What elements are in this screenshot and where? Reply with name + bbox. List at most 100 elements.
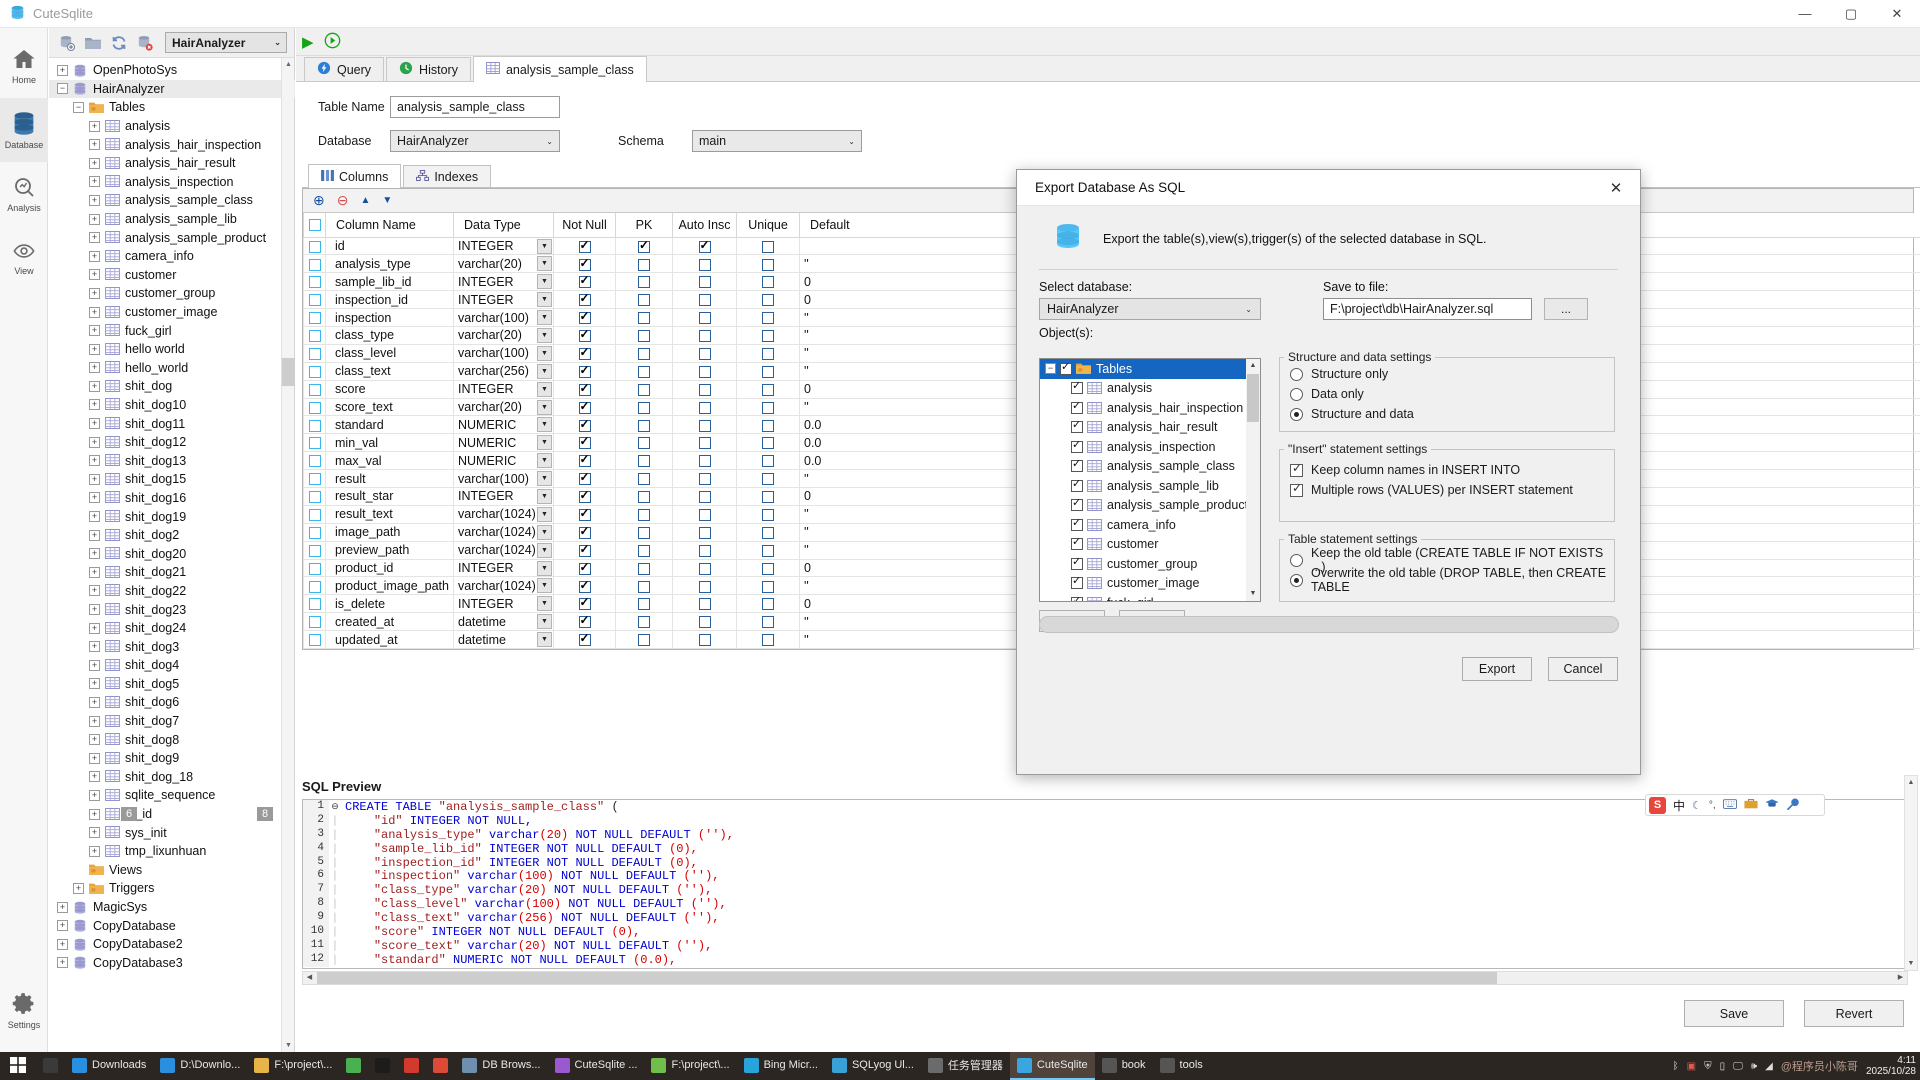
object-checkbox[interactable] [1071, 496, 1083, 512]
not-null-checkbox[interactable] [578, 399, 591, 414]
unique-checkbox[interactable] [762, 634, 774, 647]
tree-node-rs-id[interactable]: + rs_id 6 8 [49, 805, 295, 824]
object-node-analysis-sample-product[interactable]: analysis_sample_product [1040, 496, 1260, 516]
expand-icon[interactable]: + [89, 622, 100, 634]
ime-lang-label[interactable]: 中 [1673, 797, 1685, 814]
auto-insc-checkbox[interactable] [698, 365, 711, 378]
auto-insc-checkbox[interactable] [698, 544, 711, 557]
delete-database-icon[interactable] [135, 33, 155, 53]
objects-scrollbar[interactable]: ▲ ▼ [1246, 359, 1260, 601]
cell-column-name[interactable]: is_delete [325, 594, 454, 614]
cell-data-type[interactable]: varchar(1024) ▼ [453, 576, 554, 596]
cell-data-type[interactable]: varchar(256) ▼ [453, 361, 554, 381]
radio-structure-and-data[interactable]: Structure and data [1290, 404, 1614, 424]
row-checkbox[interactable] [308, 509, 321, 521]
expand-icon[interactable]: + [73, 882, 84, 894]
minimize-button[interactable]: — [1782, 0, 1828, 28]
scroll-right-icon[interactable]: ▶ [1894, 972, 1907, 984]
save-button[interactable]: Save [1684, 1000, 1784, 1027]
chevron-down-icon[interactable]: ▼ [537, 238, 552, 254]
auto-insc-checkbox[interactable] [698, 383, 711, 396]
objects-scroll-thumb[interactable] [1247, 374, 1259, 422]
pk-checkbox[interactable] [638, 580, 650, 593]
auto-insc-checkbox[interactable] [698, 294, 711, 307]
cell-unique[interactable] [736, 594, 800, 614]
expand-icon[interactable]: + [57, 957, 68, 969]
row-select-cell[interactable] [303, 325, 326, 345]
tree-node-tables[interactable]: − Tables [49, 98, 295, 117]
tab-indexes[interactable]: Indexes [403, 165, 492, 187]
cell-column-name[interactable]: image_path [325, 522, 454, 542]
expand-icon[interactable]: + [89, 492, 100, 504]
unique-checkbox[interactable] [762, 312, 774, 325]
taskbar-item-downloads[interactable]: Downloads [65, 1052, 153, 1080]
chevron-down-icon[interactable]: ▼ [537, 614, 552, 630]
expand-icon[interactable]: + [89, 808, 100, 820]
pk-checkbox[interactable] [638, 312, 650, 325]
cell-unique[interactable] [736, 343, 800, 363]
unique-checkbox[interactable] [762, 240, 774, 253]
toolbox-icon[interactable] [1744, 798, 1758, 812]
collapse-icon[interactable]: − [57, 83, 68, 95]
auto-insc-checkbox[interactable] [698, 598, 711, 611]
not-null-checkbox[interactable] [578, 488, 591, 504]
cell-unique[interactable] [736, 236, 800, 256]
cell-not-null[interactable] [553, 612, 616, 632]
cell-auto-insc[interactable] [672, 343, 737, 363]
chevron-down-icon[interactable]: ▼ [537, 399, 552, 415]
tree-node-copydatabase[interactable]: + CopyDatabase [49, 916, 295, 935]
cell-auto-insc[interactable] [672, 486, 737, 506]
pk-checkbox[interactable] [638, 437, 650, 450]
not-null-checkbox[interactable] [578, 309, 591, 325]
select-all-checkbox[interactable] [308, 219, 321, 232]
tree-scroll-thumb[interactable] [282, 358, 295, 386]
expand-icon[interactable]: + [89, 362, 100, 374]
unique-checkbox[interactable] [762, 526, 774, 539]
pk-checkbox[interactable] [638, 419, 650, 432]
unique-checkbox[interactable] [762, 401, 774, 414]
tree-node-shit-dog7[interactable]: + shit_dog7 [49, 712, 295, 731]
cell-data-type[interactable]: NUMERIC ▼ [453, 451, 554, 471]
tab-columns[interactable]: Columns [308, 164, 402, 188]
pk-checkbox[interactable] [638, 330, 650, 343]
cell-not-null[interactable] [553, 361, 616, 381]
unique-checkbox[interactable] [762, 491, 774, 504]
cell-column-name[interactable]: created_at [325, 612, 454, 632]
radio-data-only[interactable]: Data only [1290, 384, 1614, 404]
sogou-s-icon[interactable]: S [1649, 796, 1666, 814]
cell-pk[interactable] [615, 433, 673, 453]
cell-data-type[interactable]: varchar(100) ▼ [453, 469, 554, 488]
chevron-down-icon[interactable]: ▼ [537, 506, 552, 522]
export-button[interactable]: Export [1462, 657, 1532, 681]
pk-checkbox[interactable] [638, 401, 650, 414]
cell-pk[interactable] [615, 415, 673, 435]
tree-node-shit-dog19[interactable]: + shit_dog19 [49, 507, 295, 526]
cell-not-null[interactable] [553, 272, 616, 292]
close-button[interactable]: ✕ [1874, 0, 1920, 28]
tree-node-customer-group[interactable]: + customer_group [49, 284, 295, 303]
dialog-close-button[interactable]: ✕ [1598, 171, 1634, 205]
cell-pk[interactable] [615, 343, 673, 363]
rail-item-home[interactable]: Home [0, 34, 48, 98]
cell-not-null[interactable] [553, 540, 616, 560]
auto-insc-checkbox[interactable] [698, 401, 711, 414]
cell-unique[interactable] [736, 630, 800, 649]
row-checkbox[interactable] [308, 276, 321, 289]
taskbar-clock[interactable]: 4:11 2025/10/28 [1866, 1055, 1916, 1077]
rec-icon[interactable]: ▣ [1687, 1061, 1696, 1072]
cell-auto-insc[interactable] [672, 379, 737, 399]
row-select-cell[interactable] [303, 576, 326, 596]
row-checkbox[interactable] [308, 365, 321, 378]
expand-icon[interactable]: + [89, 399, 100, 411]
run-icon[interactable]: ▶ [302, 33, 314, 51]
cell-column-name[interactable]: min_val [325, 433, 454, 453]
auto-insc-checkbox[interactable] [698, 580, 711, 593]
chevron-down-icon[interactable]: ▼ [537, 578, 552, 594]
refresh-icon[interactable] [109, 33, 129, 53]
cell-data-type[interactable]: INTEGER ▼ [453, 558, 554, 578]
row-select-cell[interactable] [303, 451, 326, 471]
chevron-down-icon[interactable]: ▼ [537, 417, 552, 433]
cell-column-name[interactable]: class_text [325, 361, 454, 381]
unique-checkbox[interactable] [762, 580, 774, 593]
tree-node-shit-dog24[interactable]: + shit_dog24 [49, 619, 295, 638]
